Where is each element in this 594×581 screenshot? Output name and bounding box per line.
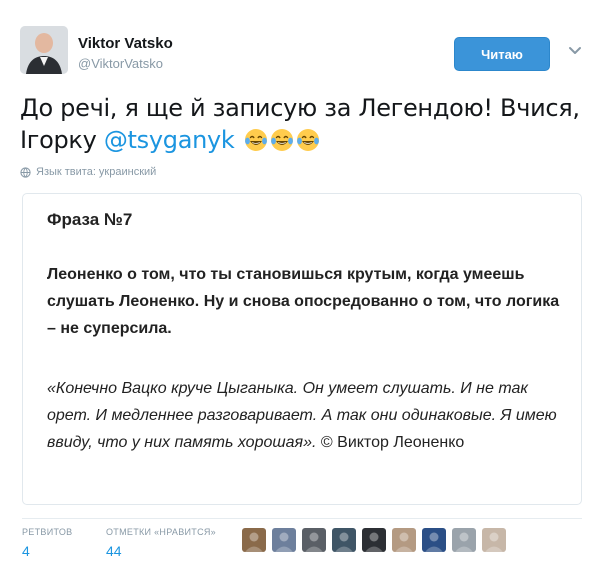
likes-label: ОТМЕТКИ «НРАВИТСЯ» — [106, 527, 216, 537]
liker-avatar[interactable] — [302, 528, 326, 552]
language-note-text: Язык твита: украинский — [36, 166, 157, 178]
liker-avatar[interactable] — [482, 528, 506, 552]
author-avatar[interactable] — [20, 26, 68, 74]
tweet-stats: РЕТВИТОВ 4 ОТМЕТКИ «НРАВИТСЯ» 44 — [22, 518, 582, 568]
language-note: Язык твита: украинский — [20, 166, 156, 178]
retweets-stat[interactable]: РЕТВИТОВ 4 — [22, 527, 72, 559]
face-with-tears-of-joy-icon — [296, 129, 319, 151]
liker-avatar[interactable] — [392, 528, 416, 552]
emoji-group — [242, 126, 320, 154]
tweet-header: Viktor Vatsko @ViktorVatsko Читаю — [20, 22, 582, 78]
author-name[interactable]: Viktor Vatsko — [78, 35, 173, 52]
liker-avatar[interactable] — [452, 528, 476, 552]
liker-avatar[interactable] — [332, 528, 356, 552]
chevron-down-icon[interactable] — [568, 44, 582, 58]
retweets-count: 4 — [22, 543, 30, 559]
author-handle[interactable]: @ViktorVatsko — [78, 56, 163, 71]
likes-stat[interactable]: ОТМЕТКИ «НРАВИТСЯ» 44 — [106, 527, 216, 559]
liker-avatars — [242, 528, 506, 552]
globe-icon — [20, 166, 31, 178]
retweets-label: РЕТВИТОВ — [22, 527, 73, 537]
card-quote-attribution: © Виктор Леоненко — [320, 434, 465, 451]
card-quote-text: «Конечно Вацко круче Цыганыка. Он умеет … — [47, 380, 557, 451]
card-bold-text: Леоненко о том, что ты становишься круты… — [47, 266, 560, 337]
face-with-tears-of-joy-icon — [270, 129, 293, 151]
tweet-text: До речі, я ще й записую за Легендою! Вчи… — [20, 92, 580, 156]
face-with-tears-of-joy-icon — [244, 129, 267, 151]
quoted-image-card[interactable]: Фраза №7 Леоненко о том, что ты становиш… — [22, 193, 582, 505]
liker-avatar[interactable] — [362, 528, 386, 552]
mention-link[interactable]: @tsyganyk — [104, 126, 235, 154]
card-title: Фраза №7 — [47, 210, 133, 229]
author-avatar-image — [20, 26, 68, 74]
follow-button[interactable]: Читаю — [454, 37, 550, 71]
liker-avatar[interactable] — [272, 528, 296, 552]
liker-avatar[interactable] — [242, 528, 266, 552]
liker-avatar[interactable] — [422, 528, 446, 552]
likes-count: 44 — [106, 543, 122, 559]
card-quote: «Конечно Вацко круче Цыганыка. Он умеет … — [47, 375, 567, 456]
